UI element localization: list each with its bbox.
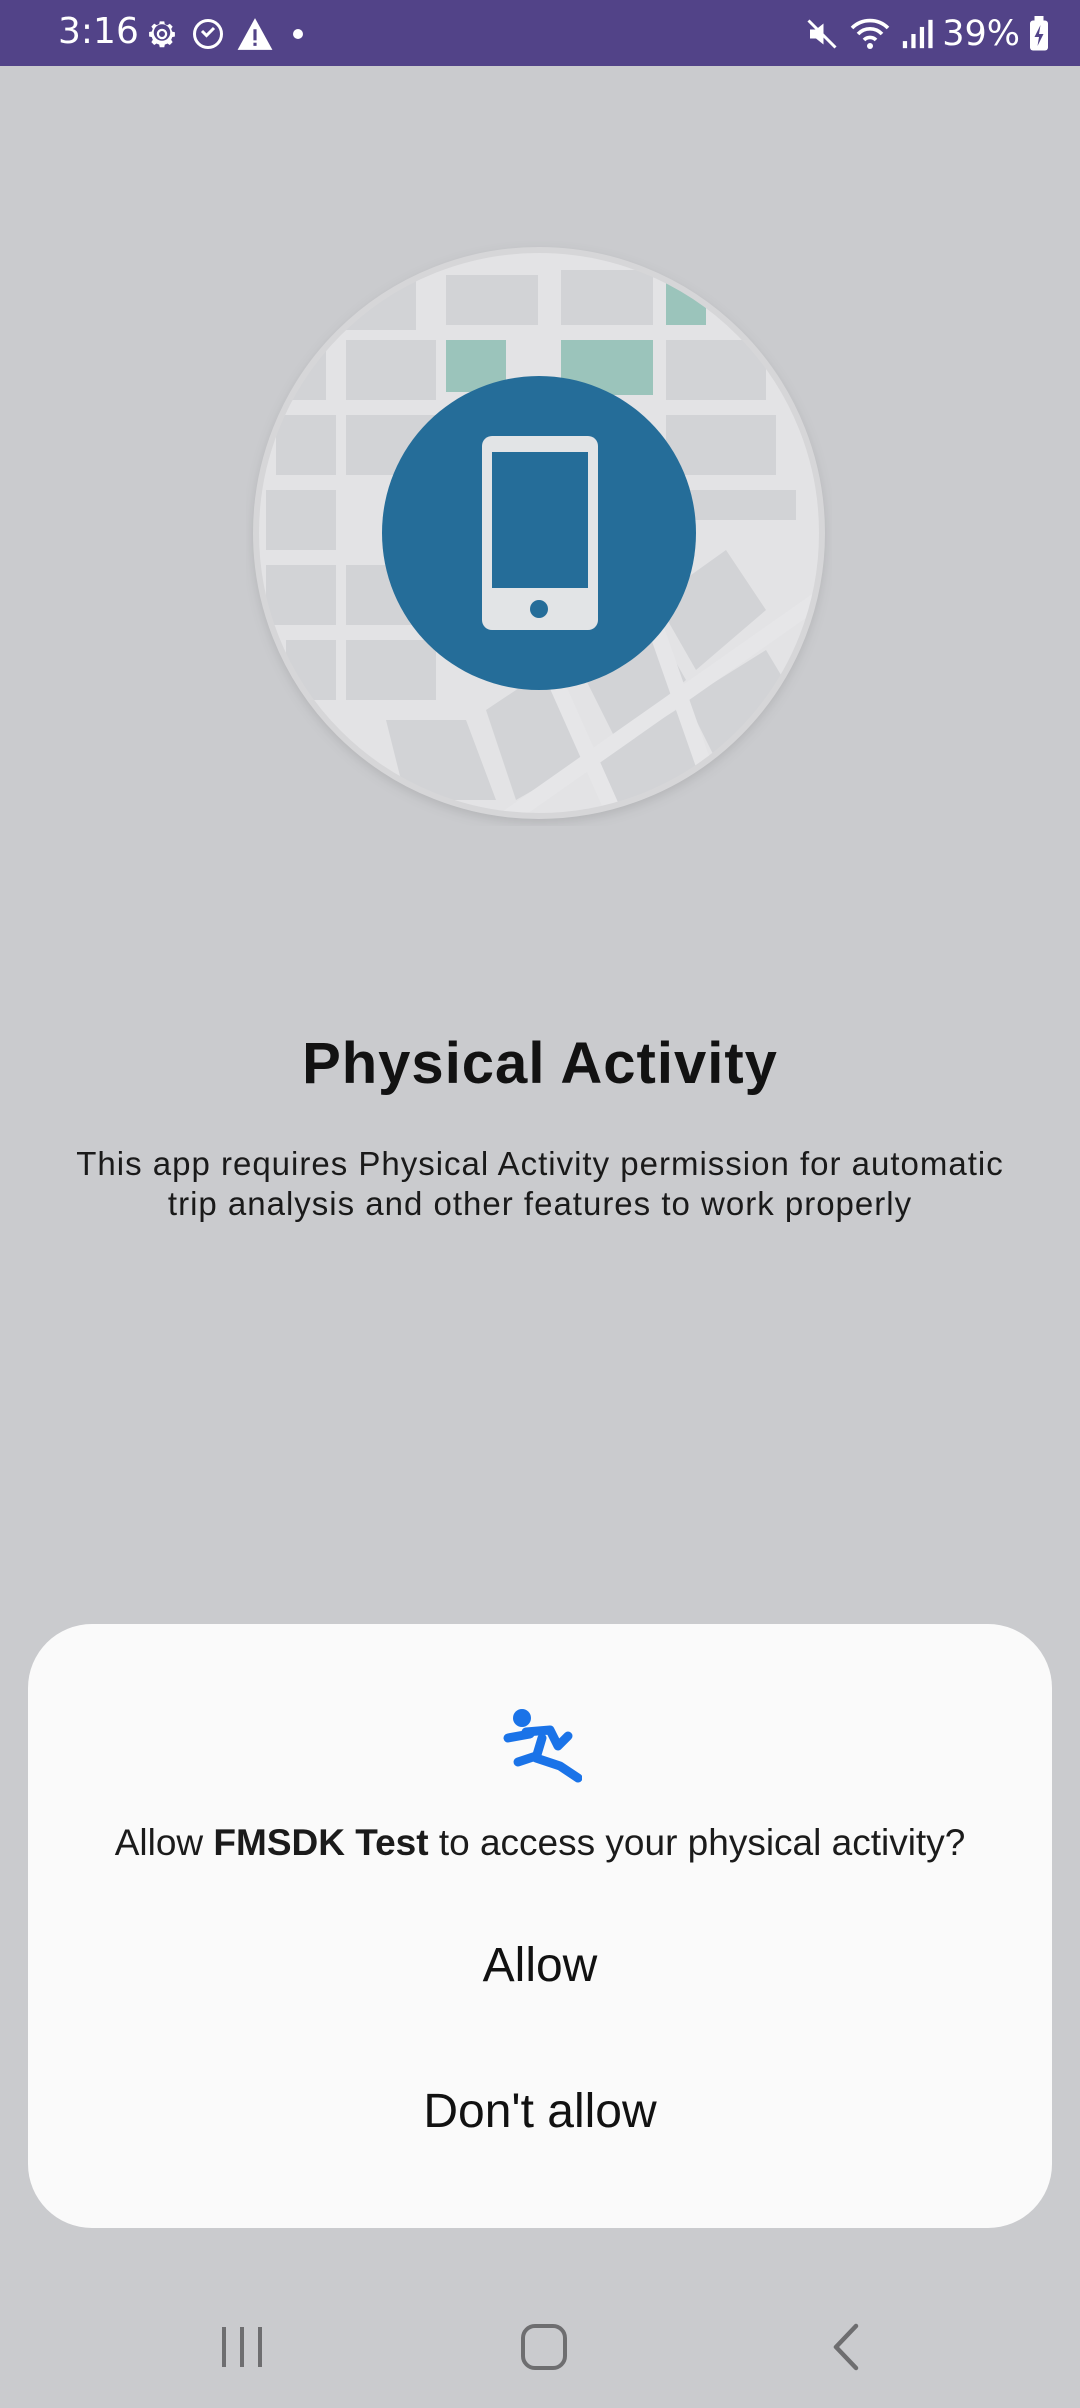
mute-icon bbox=[804, 16, 840, 52]
page-title: Physical Activity bbox=[302, 1031, 778, 1096]
gear-icon bbox=[144, 16, 180, 52]
back-icon[interactable] bbox=[806, 2312, 886, 2382]
prompt-prefix: Allow bbox=[114, 1822, 214, 1863]
battery-percentage: 39% bbox=[942, 14, 1020, 54]
dot-icon bbox=[284, 16, 312, 52]
page-description: This app requires Physical Activity perm… bbox=[76, 1145, 1004, 1222]
recents-icon[interactable] bbox=[202, 2312, 282, 2382]
wifi-icon bbox=[848, 16, 892, 52]
status-bar: 3:16 39% bbox=[0, 0, 1080, 66]
hero-illustration bbox=[246, 240, 832, 826]
warning-icon bbox=[236, 16, 274, 52]
dont-allow-button[interactable]: Don't allow bbox=[68, 2056, 1012, 2166]
running-person-icon bbox=[498, 1706, 583, 1786]
navigation-bar bbox=[0, 2284, 1080, 2408]
home-icon[interactable] bbox=[504, 2312, 584, 2382]
app-name: FMSDK Test bbox=[213, 1822, 429, 1863]
battery-charging-icon bbox=[1028, 16, 1050, 52]
permission-dialog: Allow FMSDK Test to access your physical… bbox=[28, 1624, 1052, 2228]
signal-icon bbox=[900, 16, 934, 52]
notification-icons bbox=[144, 14, 312, 54]
status-time: 3:16 bbox=[58, 11, 139, 52]
permission-prompt: Allow FMSDK Test to access your physical… bbox=[28, 1820, 1052, 1866]
sync-icon bbox=[190, 16, 226, 52]
system-icons: 39% bbox=[804, 12, 1050, 56]
smartphone-icon bbox=[482, 436, 598, 630]
allow-button[interactable]: Allow bbox=[68, 1910, 1012, 2020]
map-circle bbox=[253, 247, 825, 819]
prompt-suffix: to access your physical activity? bbox=[428, 1822, 966, 1863]
